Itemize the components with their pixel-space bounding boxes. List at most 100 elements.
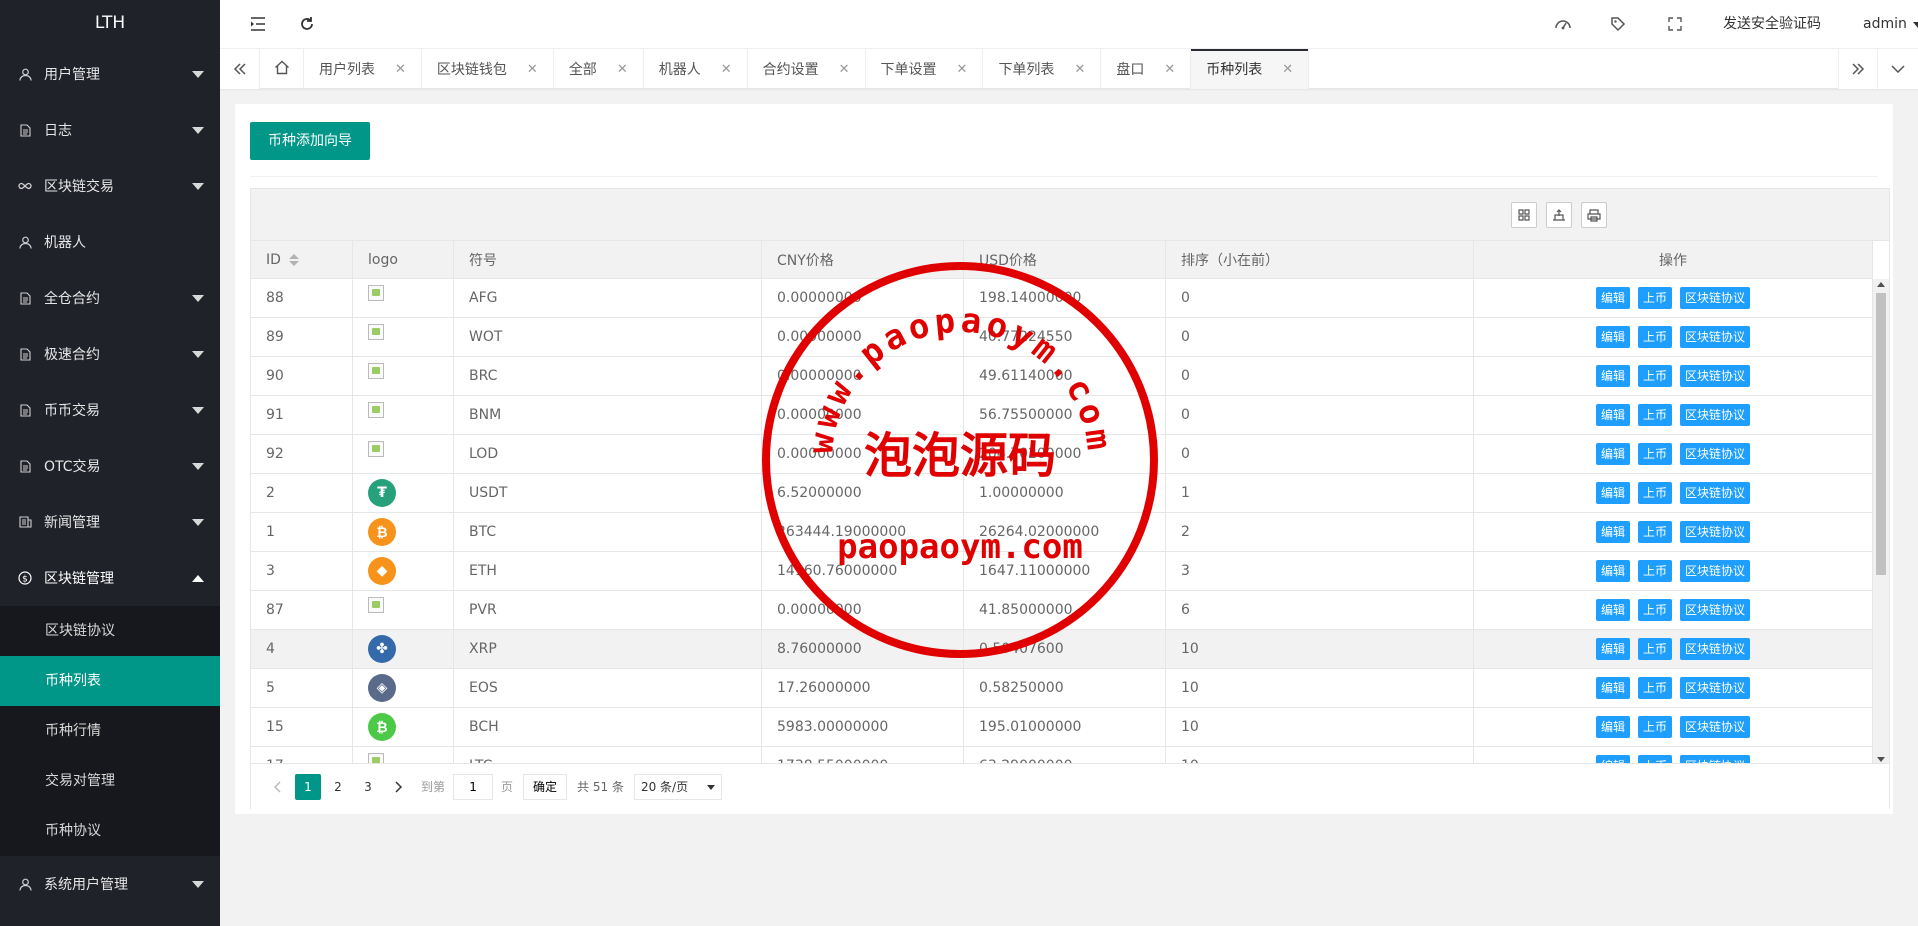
tab-item[interactable]: 区块链钱包 ✕ — [422, 49, 554, 89]
table-row[interactable]: 2 ₮ USDT 6.52000000 1.00000000 1 编辑 上币 区块链协议 — [251, 474, 1873, 513]
list-coin-button[interactable]: 上币 — [1637, 365, 1672, 387]
sidebar-item[interactable]: 用户管理 — [0, 46, 220, 102]
fullscreen-icon[interactable] — [1665, 14, 1685, 34]
sort-icon[interactable] — [288, 253, 299, 266]
scroll-down-icon[interactable] — [1877, 757, 1885, 762]
chain-protocol-button[interactable]: 区块链协议 — [1680, 521, 1751, 543]
refresh-icon[interactable] — [297, 14, 317, 34]
chain-protocol-button[interactable]: 区块链协议 — [1680, 560, 1751, 582]
tab-item[interactable]: 下单设置 ✕ — [866, 49, 984, 89]
tab-item[interactable]: 币种列表 ✕ — [1191, 49, 1310, 89]
edit-button[interactable]: 编辑 — [1595, 521, 1630, 543]
tab-item[interactable]: 下单列表 ✕ — [983, 49, 1102, 89]
list-coin-button[interactable]: 上币 — [1637, 677, 1672, 699]
sidebar-item[interactable]: 新闻管理 — [0, 494, 220, 550]
tab-item[interactable]: 机器人 ✕ — [644, 49, 748, 89]
table-row[interactable]: 15 ₿ BCH 5983.00000000 195.01000000 10 编辑 上币 区块链… — [251, 708, 1873, 747]
sidebar-subitem[interactable]: 区块链协议 — [0, 606, 220, 656]
sidebar-subitem[interactable]: 交易对管理 — [0, 756, 220, 806]
chain-protocol-button[interactable]: 区块链协议 — [1680, 677, 1751, 699]
goto-confirm-button[interactable]: 确定 — [523, 773, 568, 800]
theme-icon[interactable] — [1553, 14, 1573, 34]
close-icon[interactable]: ✕ — [1164, 62, 1175, 77]
list-coin-button[interactable]: 上币 — [1637, 326, 1672, 348]
tab-item[interactable]: 合约设置 ✕ — [748, 49, 866, 89]
table-row[interactable]: 89 WOT 0.00000000 40.77224550 0 编辑 上币 区块链协议 — [251, 318, 1873, 357]
menu-fold-icon[interactable] — [248, 14, 268, 34]
tab-item[interactable]: 盘口 ✕ — [1101, 49, 1192, 89]
scroll-up-icon[interactable] — [1877, 282, 1885, 287]
table-body[interactable]: 88 AFG 0.00000000 198.14000000 0 编辑 上币 区块链协议 89 W… — [251, 279, 1889, 765]
add-coin-wizard-button[interactable]: 币种添加向导 — [250, 122, 370, 160]
list-coin-button[interactable]: 上币 — [1637, 716, 1672, 738]
chain-protocol-button[interactable]: 区块链协议 — [1680, 443, 1751, 465]
user-menu[interactable]: admin — [1863, 0, 1918, 49]
tab-item[interactable]: 用户列表 ✕ — [304, 49, 422, 89]
list-coin-button[interactable]: 上币 — [1637, 482, 1672, 504]
sidebar-item[interactable]: 极速合约 — [0, 326, 220, 382]
chain-protocol-button[interactable]: 区块链协议 — [1680, 716, 1751, 738]
chain-protocol-button[interactable]: 区块链协议 — [1680, 365, 1751, 387]
print-icon[interactable] — [1581, 202, 1607, 228]
list-coin-button[interactable]: 上币 — [1637, 560, 1672, 582]
close-icon[interactable]: ✕ — [957, 62, 968, 77]
col-id[interactable]: ID — [251, 241, 353, 278]
sidebar-subitem[interactable]: 币种协议 — [0, 806, 220, 856]
table-row[interactable]: 91 BNM 0.00000000 56.75500000 0 编辑 上币 区块链协议 — [251, 396, 1873, 435]
sidebar-item-system-users[interactable]: 系统用户管理 — [0, 856, 220, 912]
sidebar-subitem[interactable]: 币种列表 — [0, 656, 220, 706]
list-coin-button[interactable]: 上币 — [1637, 443, 1672, 465]
columns-filter-icon[interactable] — [1511, 202, 1537, 228]
tab-home[interactable] — [260, 49, 304, 89]
sidebar-item[interactable]: 区块链交易 — [0, 158, 220, 214]
table-row[interactable]: 87 PVR 0.00000000 41.85000000 6 编辑 上币 区块链协议 — [251, 591, 1873, 630]
edit-button[interactable]: 编辑 — [1595, 404, 1630, 426]
per-page-select[interactable]: 20 条/页 — [633, 773, 722, 800]
edit-button[interactable]: 编辑 — [1595, 638, 1630, 660]
edit-button[interactable]: 编辑 — [1595, 599, 1630, 621]
table-row[interactable]: 92 LOD 0.00000000 204.70200000 0 编辑 上币 区块链协议 — [251, 435, 1873, 474]
close-icon[interactable]: ✕ — [1282, 62, 1293, 77]
close-icon[interactable]: ✕ — [1074, 62, 1085, 77]
chain-protocol-button[interactable]: 区块链协议 — [1680, 638, 1751, 660]
table-row[interactable]: 1 ₿ BTC 263444.19000000 26264.02000000 2 编辑 上币区… — [251, 513, 1873, 552]
chain-protocol-button[interactable]: 区块链协议 — [1680, 287, 1751, 309]
goto-page-input[interactable] — [453, 773, 494, 800]
next-page-icon[interactable] — [385, 774, 411, 800]
sidebar-item[interactable]: 日志 — [0, 102, 220, 158]
sidebar-item[interactable]: OTC交易 — [0, 438, 220, 494]
edit-button[interactable]: 编辑 — [1595, 560, 1630, 582]
table-row[interactable]: 5 ◈ EOS 17.26000000 0.58250000 10 编辑 上币 区块链协议 — [251, 669, 1873, 708]
close-icon[interactable]: ✕ — [617, 62, 628, 77]
sidebar-item[interactable]: 机器人 — [0, 214, 220, 270]
close-icon[interactable]: ✕ — [527, 62, 538, 77]
export-icon[interactable] — [1546, 202, 1572, 228]
scroll-thumb[interactable] — [1876, 293, 1886, 575]
send-code-link[interactable]: 发送安全验证码 — [1723, 0, 1821, 49]
chain-protocol-button[interactable]: 区块链协议 — [1680, 482, 1751, 504]
chain-protocol-button[interactable]: 区块链协议 — [1680, 599, 1751, 621]
sidebar-group-blockchain[interactable]: $ 区块链管理 — [0, 550, 220, 606]
chain-protocol-button[interactable]: 区块链协议 — [1680, 404, 1751, 426]
edit-button[interactable]: 编辑 — [1595, 365, 1630, 387]
list-coin-button[interactable]: 上币 — [1637, 287, 1672, 309]
tag-icon[interactable] — [1608, 14, 1628, 34]
edit-button[interactable]: 编辑 — [1595, 716, 1630, 738]
edit-button[interactable]: 编辑 — [1595, 287, 1630, 309]
edit-button[interactable]: 编辑 — [1595, 677, 1630, 699]
edit-button[interactable]: 编辑 — [1595, 482, 1630, 504]
page-2[interactable]: 2 — [325, 774, 351, 800]
chain-protocol-button[interactable]: 区块链协议 — [1680, 326, 1751, 348]
tabs-prev-icon[interactable] — [220, 49, 260, 89]
tab-item[interactable]: 全部 ✕ — [554, 49, 644, 89]
edit-button[interactable]: 编辑 — [1595, 326, 1630, 348]
list-coin-button[interactable]: 上币 — [1637, 404, 1672, 426]
table-row[interactable]: 88 AFG 0.00000000 198.14000000 0 编辑 上币 区块链协议 — [251, 279, 1873, 318]
tabs-menu-icon[interactable] — [1878, 49, 1918, 89]
list-coin-button[interactable]: 上币 — [1637, 521, 1672, 543]
tabs-next-icon[interactable] — [1838, 49, 1878, 89]
table-row[interactable]: 90 BRC 0.00000000 49.61140000 0 编辑 上币 区块链协议 — [251, 357, 1873, 396]
page-1[interactable]: 1 — [295, 773, 321, 800]
close-icon[interactable]: ✕ — [721, 62, 732, 77]
edit-button[interactable]: 编辑 — [1595, 443, 1630, 465]
